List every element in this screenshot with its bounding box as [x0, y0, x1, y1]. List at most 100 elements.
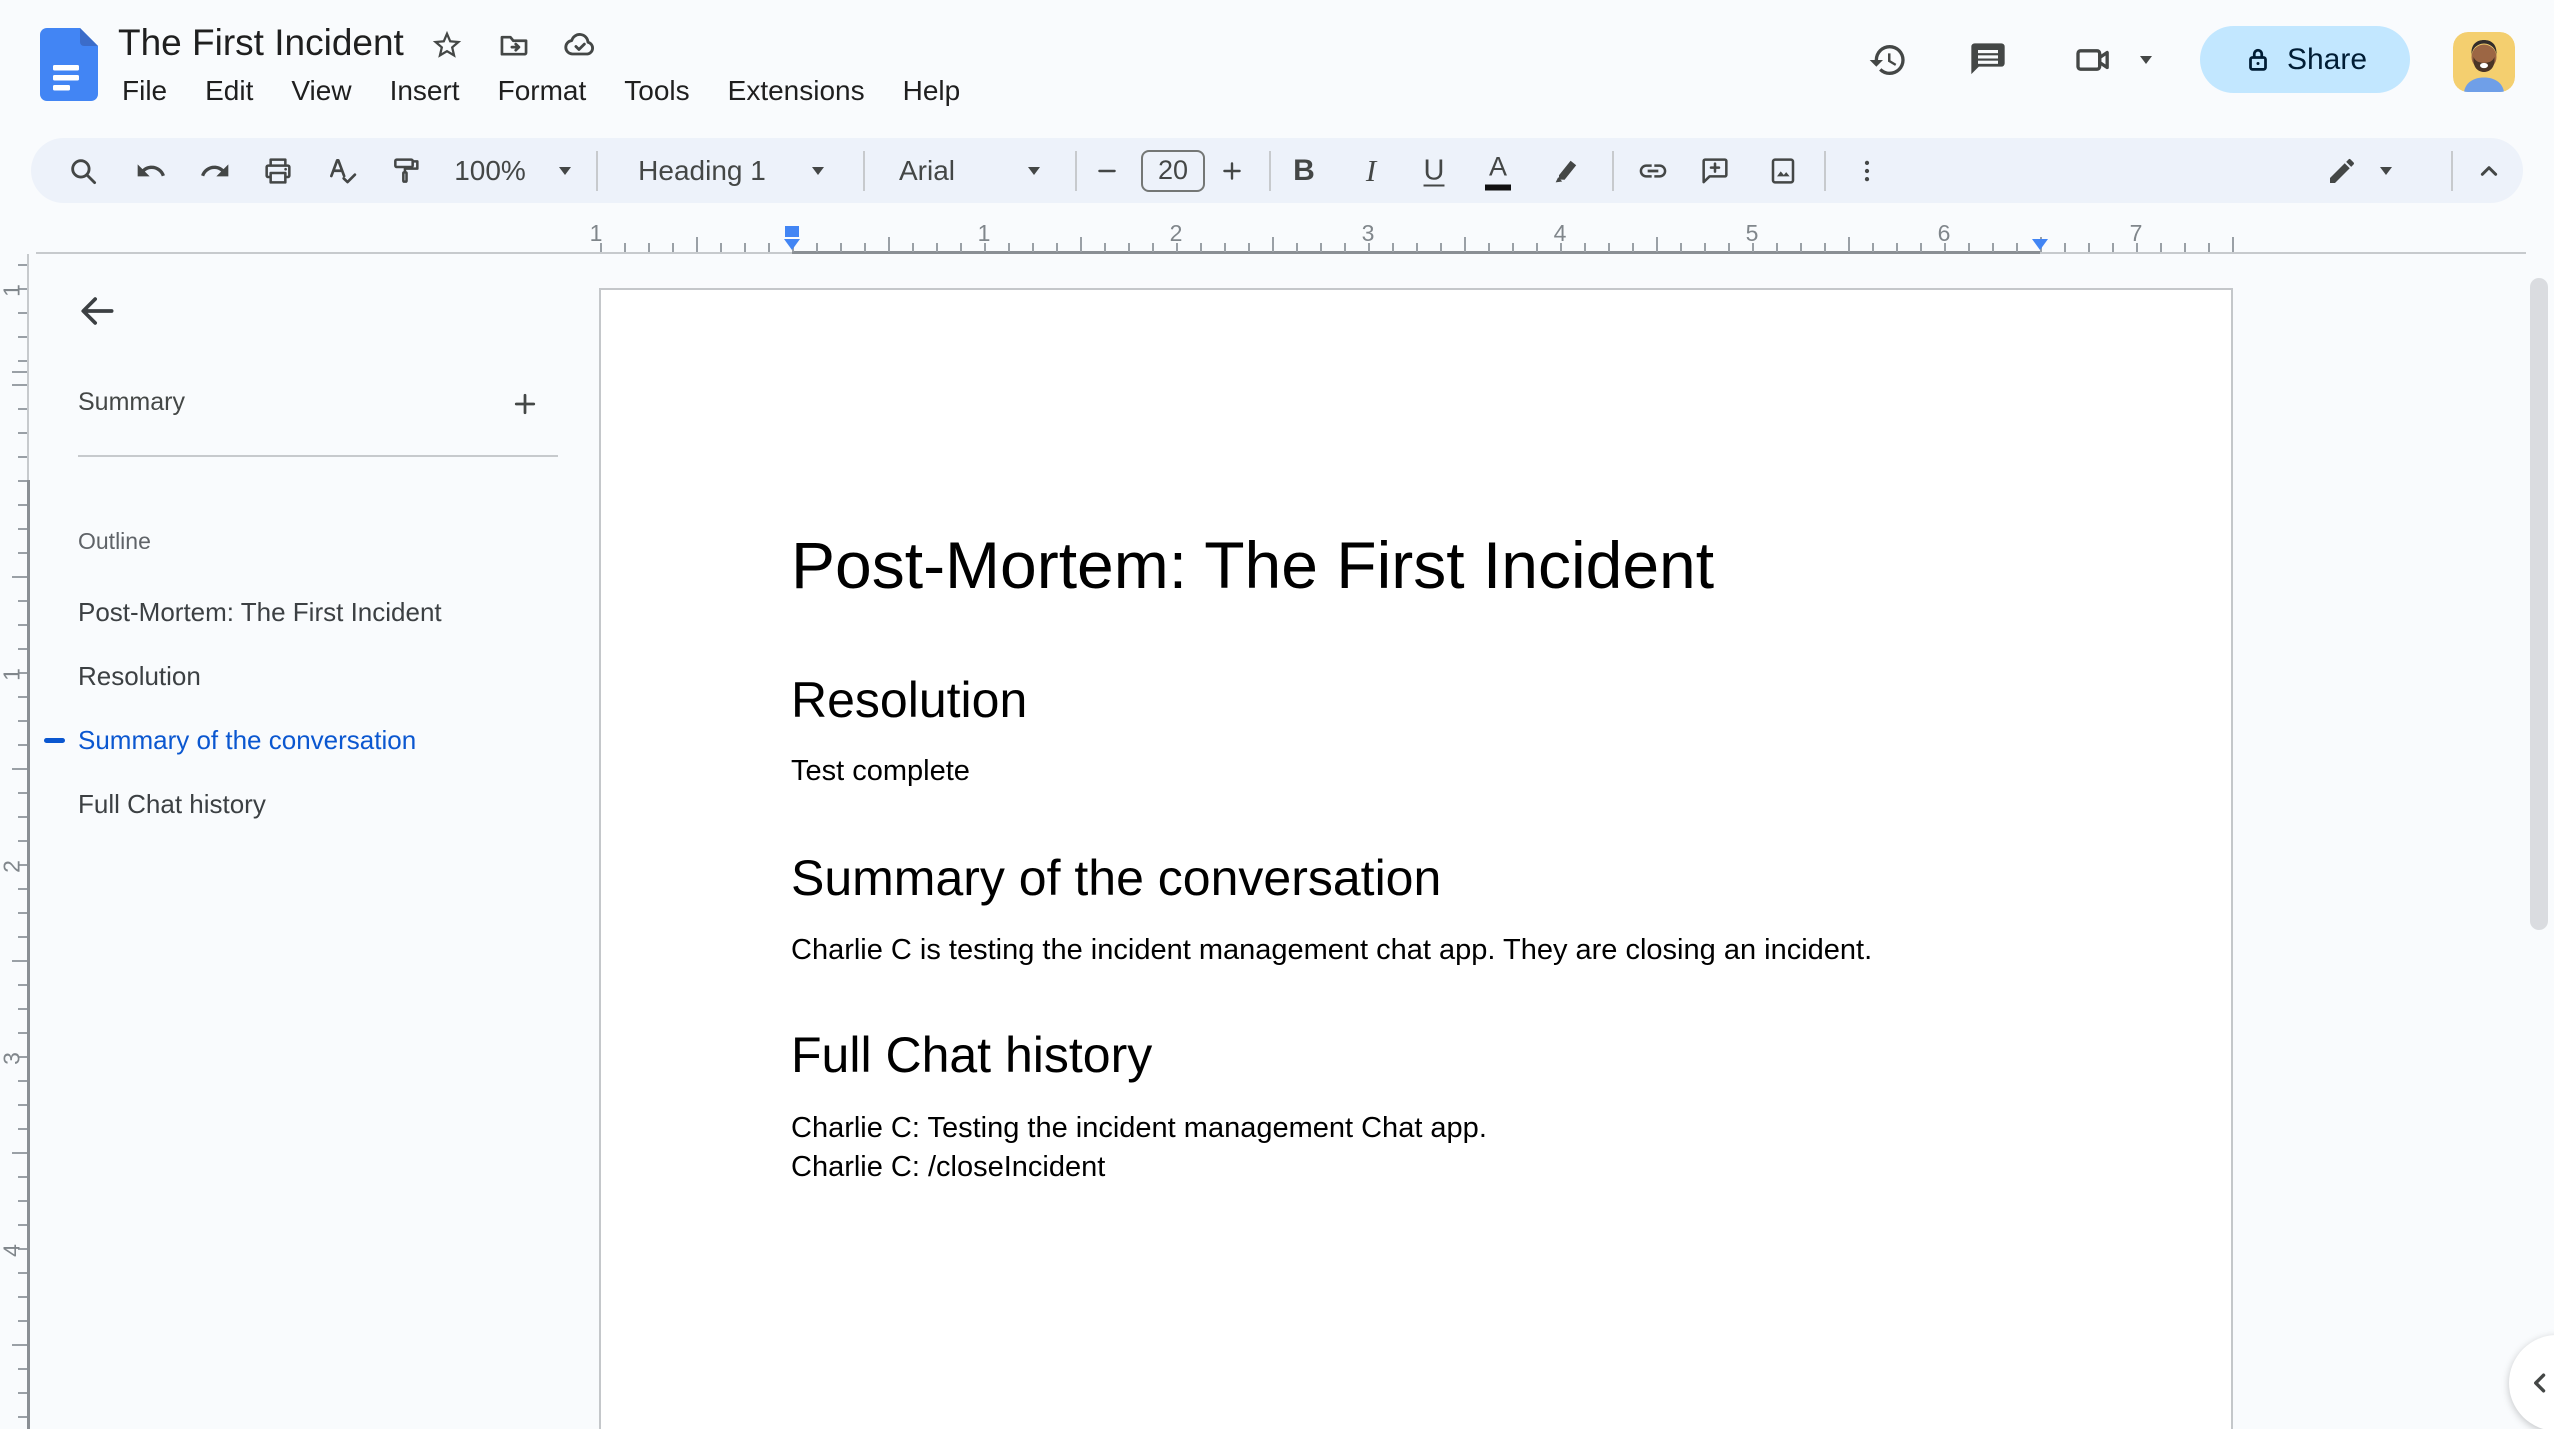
search-menus-button[interactable] — [66, 154, 100, 188]
menu-view[interactable]: View — [291, 73, 351, 109]
doc-heading-resolution[interactable]: Resolution — [791, 672, 1027, 730]
font-size-input[interactable]: 20 — [1141, 149, 1205, 192]
insert-link-button[interactable] — [1637, 155, 1669, 187]
ruler-number: 4 — [1553, 220, 1567, 246]
decrease-font-size-button[interactable] — [1094, 158, 1120, 184]
toolbar-divider — [1269, 151, 1271, 191]
ruler-number: 1 — [589, 220, 603, 246]
text-color-button[interactable]: A — [1484, 153, 1512, 191]
ruler-number: 3 — [0, 1052, 25, 1065]
add-comment-button[interactable] — [1699, 155, 1731, 187]
zoom-select[interactable]: 100% — [454, 155, 526, 187]
ruler-number: 6 — [1937, 220, 1951, 246]
chevron-down-icon — [812, 166, 824, 175]
editing-mode-button[interactable] — [2326, 155, 2358, 187]
document-page[interactable]: Post-Mortem: The First Incident Resoluti… — [599, 288, 2233, 1429]
menu-edit[interactable]: Edit — [205, 73, 253, 109]
highlight-color-button[interactable] — [1551, 155, 1583, 187]
menu-bar: File Edit View Insert Format Tools Exten… — [122, 73, 960, 109]
doc-chat-line[interactable]: Charlie C: Testing the incident manageme… — [791, 1109, 1487, 1148]
share-button[interactable]: Share — [2200, 26, 2410, 93]
account-avatar[interactable] — [2453, 32, 2515, 92]
more-toolbar-button[interactable] — [1852, 156, 1882, 186]
meet-dropdown-caret[interactable] — [2140, 56, 2152, 64]
paint-format-button[interactable] — [390, 155, 422, 187]
outline-item[interactable]: Post-Mortem: The First Incident — [0, 580, 580, 644]
search-icon — [66, 154, 100, 188]
outline-item[interactable]: Full Chat history — [0, 772, 580, 836]
first-line-indent-marker[interactable] — [784, 239, 800, 250]
ruler-number: 1 — [0, 284, 25, 297]
ruler-ticks — [600, 236, 2234, 252]
outline-item-label: Resolution — [78, 660, 201, 691]
undo-button[interactable] — [135, 155, 167, 187]
doc-chat-line[interactable]: Charlie C: /closeIncident — [791, 1148, 1487, 1187]
move-button[interactable] — [496, 27, 532, 63]
close-outline-panel-button[interactable] — [73, 287, 121, 335]
italic-label: I — [1365, 152, 1377, 188]
right-indent-marker[interactable] — [2032, 239, 2048, 250]
cloud-saved-icon — [562, 27, 598, 63]
chevron-down-icon — [559, 166, 571, 175]
toolbar-divider — [1075, 151, 1077, 191]
editing-mode-caret[interactable] — [2380, 166, 2392, 175]
menu-help[interactable]: Help — [903, 73, 961, 109]
summary-section-label: Summary — [78, 388, 185, 416]
chevron-down-icon — [2140, 56, 2152, 64]
move-folder-icon — [497, 28, 531, 62]
comments-button[interactable] — [1966, 38, 2010, 82]
toolbar-divider — [596, 151, 598, 191]
ruler-number: 2 — [0, 860, 25, 873]
redo-icon — [199, 155, 231, 187]
doc-title-text[interactable]: Post-Mortem: The First Incident — [791, 528, 1714, 604]
redo-button[interactable] — [199, 155, 231, 187]
zoom-caret[interactable] — [559, 166, 571, 175]
left-indent-marker[interactable] — [785, 226, 799, 237]
print-icon — [262, 155, 294, 187]
paragraph-style-caret[interactable] — [812, 166, 824, 175]
hide-menus-button[interactable] — [2473, 155, 2505, 187]
print-button[interactable] — [262, 155, 294, 187]
doc-paragraph[interactable]: Test complete — [791, 752, 970, 791]
outline-item[interactable]: Resolution — [0, 644, 580, 708]
bold-button[interactable]: B — [1293, 154, 1315, 188]
zoom-value: 100% — [454, 154, 526, 186]
outline-item-active[interactable]: Summary of the conversation — [0, 708, 580, 772]
font-caret[interactable] — [1028, 166, 1040, 175]
version-history-button[interactable] — [1866, 38, 1910, 82]
undo-icon — [135, 155, 167, 187]
font-value: Arial — [898, 154, 956, 186]
outline-item-label: Full Chat history — [78, 788, 266, 819]
doc-paragraph[interactable]: Charlie C is testing the incident manage… — [791, 931, 1872, 970]
italic-button[interactable]: I — [1366, 153, 1376, 189]
doc-heading-summary[interactable]: Summary of the conversation — [791, 850, 1441, 908]
menu-format[interactable]: Format — [498, 73, 587, 109]
doc-heading-chat-history[interactable]: Full Chat history — [791, 1027, 1152, 1085]
document-title[interactable]: The First Incident — [118, 22, 404, 64]
star-button[interactable] — [429, 27, 465, 63]
font-select[interactable]: Arial — [899, 155, 955, 187]
highlight-icon — [1551, 155, 1583, 187]
show-side-panel-button[interactable] — [2509, 1335, 2554, 1429]
increase-font-size-button[interactable] — [1219, 158, 1245, 184]
spelling-grammar-button[interactable] — [325, 154, 359, 188]
add-comment-icon — [1699, 155, 1731, 187]
menu-extensions[interactable]: Extensions — [728, 73, 865, 109]
video-call-icon — [2073, 40, 2113, 80]
docs-logo[interactable] — [40, 28, 98, 101]
add-summary-button[interactable] — [508, 387, 542, 421]
menu-tools[interactable]: Tools — [624, 73, 689, 109]
doc-paragraph-group[interactable]: Charlie C: Testing the incident manageme… — [791, 1109, 1487, 1187]
menu-file[interactable]: File — [122, 73, 167, 109]
underline-button[interactable]: U — [1424, 154, 1445, 187]
chevron-up-icon — [2473, 155, 2505, 187]
document-status-button[interactable] — [562, 27, 598, 63]
meet-button[interactable] — [2071, 38, 2115, 82]
paragraph-style-select[interactable]: Heading 1 — [638, 155, 766, 187]
vertical-scrollbar[interactable] — [2530, 278, 2548, 930]
insert-image-button[interactable] — [1767, 155, 1799, 187]
ruler-number: 1 — [977, 220, 991, 246]
outline-list: Post-Mortem: The First Incident Resoluti… — [0, 580, 580, 836]
menu-insert[interactable]: Insert — [390, 73, 460, 109]
lock-icon — [2243, 45, 2273, 75]
